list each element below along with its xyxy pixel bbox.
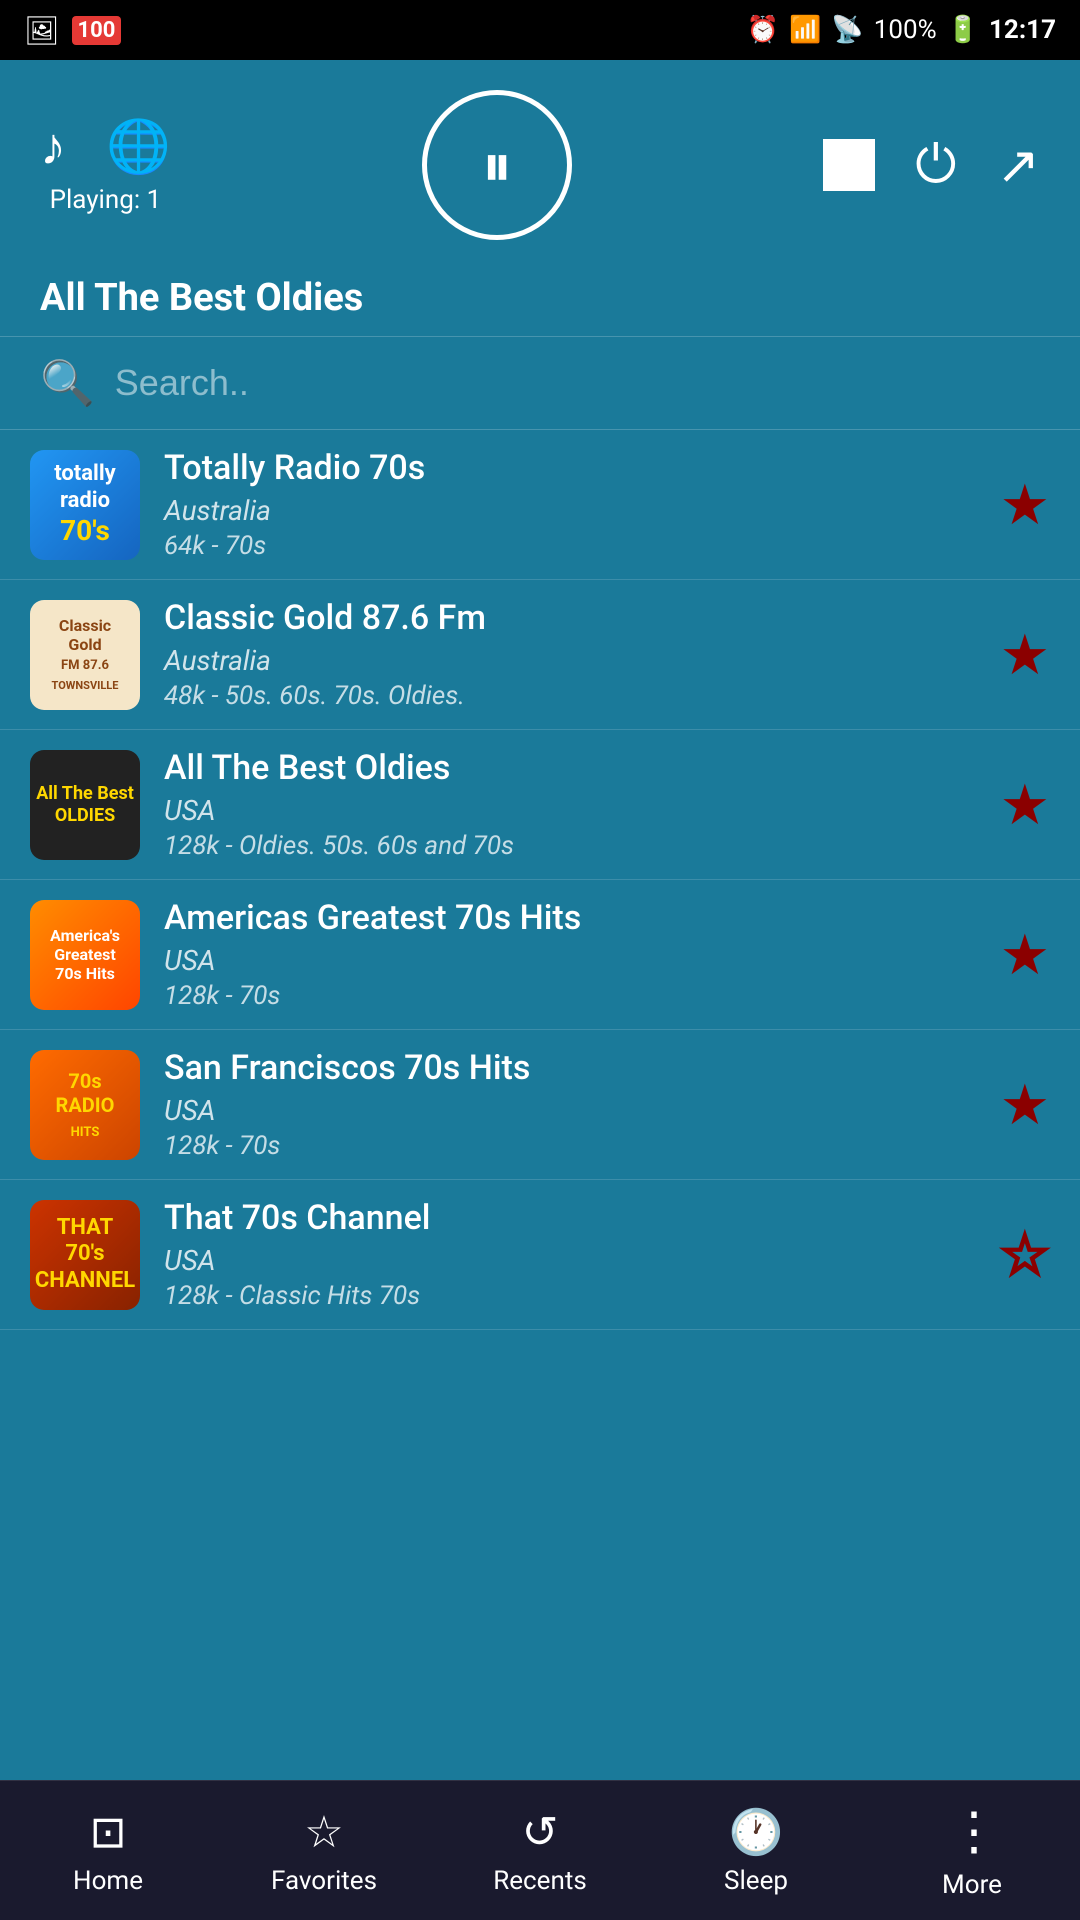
- favorite-button[interactable]: ★: [1000, 922, 1050, 988]
- station-logo-all-the-best-oldies: All The BestOLDIES: [30, 750, 140, 860]
- photo-icon: 🖼: [24, 14, 60, 47]
- favorites-icon: ☆: [304, 1806, 343, 1858]
- battery-icon: 🔋: [947, 15, 979, 45]
- search-bar: 🔍: [0, 337, 1080, 430]
- nav-label-sleep: Sleep: [724, 1866, 788, 1896]
- station-country: Australia: [164, 494, 976, 527]
- list-item[interactable]: America'sGreatest70s Hits Americas Great…: [0, 880, 1080, 1030]
- station-logo-classic-gold: ClassicGoldFM 87.6TOWNSVILLE: [30, 600, 140, 710]
- station-country: USA: [164, 944, 976, 977]
- station-name: Americas Greatest 70s Hits: [164, 898, 976, 938]
- status-right: ⏰ 📶 📡 100% 🔋 12:17: [747, 15, 1056, 45]
- music-icon[interactable]: ♪: [40, 116, 66, 177]
- player-left-controls: ♪ 🌐 Playing: 1: [40, 116, 171, 215]
- station-country: Australia: [164, 644, 976, 677]
- station-name: Totally Radio 70s: [164, 448, 976, 488]
- player-right-controls: ⏻ ↗: [823, 134, 1040, 196]
- station-info: Classic Gold 87.6 Fm Australia 48k - 50s…: [164, 598, 976, 711]
- radio-icon: 100: [72, 16, 122, 45]
- station-info: All The Best Oldies USA 128k - Oldies. 5…: [164, 748, 976, 861]
- station-country: USA: [164, 1094, 976, 1127]
- station-name: San Franciscos 70s Hits: [164, 1048, 976, 1088]
- station-name: That 70s Channel: [164, 1198, 976, 1238]
- home-icon: ⊡: [90, 1806, 127, 1858]
- nav-item-recents[interactable]: ↺ Recents: [432, 1806, 648, 1896]
- station-meta: 128k - 70s: [164, 1131, 976, 1161]
- list-item[interactable]: totallyradio70's Totally Radio 70s Austr…: [0, 430, 1080, 580]
- pause-icon: ⏸: [482, 130, 512, 201]
- playing-label: Playing: 1: [50, 185, 162, 215]
- station-name: Classic Gold 87.6 Fm: [164, 598, 976, 638]
- status-left: 🖼 100: [24, 14, 121, 47]
- station-list: totallyradio70's Totally Radio 70s Austr…: [0, 430, 1080, 1470]
- nav-label-more: More: [942, 1870, 1002, 1900]
- current-station-title: All The Best Oldies: [0, 260, 1080, 337]
- nav-item-sleep[interactable]: 🕐 Sleep: [648, 1806, 864, 1896]
- favorite-button[interactable]: ★: [1000, 772, 1050, 838]
- nav-item-more[interactable]: ⋮ More: [864, 1801, 1080, 1900]
- station-logo-totally-radio-70s: totallyradio70's: [30, 450, 140, 560]
- nav-item-home[interactable]: ⊡ Home: [0, 1806, 216, 1896]
- nav-label-home: Home: [73, 1866, 143, 1896]
- search-icon: 🔍: [40, 357, 95, 409]
- stop-button[interactable]: [823, 139, 875, 191]
- station-country: USA: [164, 1244, 976, 1277]
- station-meta: 64k - 70s: [164, 531, 976, 561]
- alarm-icon: ⏰: [747, 15, 779, 45]
- station-meta: 48k - 50s. 60s. 70s. Oldies.: [164, 681, 976, 711]
- list-item[interactable]: ClassicGoldFM 87.6TOWNSVILLE Classic Gol…: [0, 580, 1080, 730]
- station-info: San Franciscos 70s Hits USA 128k - 70s: [164, 1048, 976, 1161]
- wifi-icon: 📶: [789, 15, 821, 45]
- share-icon[interactable]: ↗: [996, 135, 1040, 196]
- favorite-button[interactable]: ☆: [1000, 1222, 1050, 1288]
- signal-icon: 📡: [831, 15, 863, 45]
- station-meta: 128k - Oldies. 50s. 60s and 70s: [164, 831, 976, 861]
- more-icon: ⋮: [948, 1801, 996, 1862]
- bottom-navigation: ⊡ Home ☆ Favorites ↺ Recents 🕐 Sleep ⋮ M…: [0, 1780, 1080, 1920]
- station-logo-sf-70s-hits: 70sRADIOHITS: [30, 1050, 140, 1160]
- nav-label-favorites: Favorites: [271, 1866, 377, 1896]
- search-input[interactable]: [115, 362, 1040, 404]
- nav-item-favorites[interactable]: ☆ Favorites: [216, 1806, 432, 1896]
- station-info: Totally Radio 70s Australia 64k - 70s: [164, 448, 976, 561]
- list-item[interactable]: THAT70'sCHANNEL That 70s Channel USA 128…: [0, 1180, 1080, 1330]
- globe-icon[interactable]: 🌐: [106, 116, 171, 177]
- time-display: 12:17: [989, 15, 1056, 45]
- list-item[interactable]: All The BestOLDIES All The Best Oldies U…: [0, 730, 1080, 880]
- recents-icon: ↺: [522, 1806, 559, 1858]
- pause-button[interactable]: ⏸: [422, 90, 572, 240]
- station-logo-americas-greatest: America'sGreatest70s Hits: [30, 900, 140, 1010]
- favorite-button[interactable]: ★: [1000, 472, 1050, 538]
- station-logo-that-70s-channel: THAT70'sCHANNEL: [30, 1200, 140, 1310]
- battery-level: 100%: [874, 15, 937, 45]
- station-name: All The Best Oldies: [164, 748, 976, 788]
- station-country: USA: [164, 794, 976, 827]
- station-meta: 128k - Classic Hits 70s: [164, 1281, 976, 1311]
- sleep-icon: 🕐: [729, 1806, 784, 1858]
- station-info: Americas Greatest 70s Hits USA 128k - 70…: [164, 898, 976, 1011]
- list-item[interactable]: 70sRADIOHITS San Franciscos 70s Hits USA…: [0, 1030, 1080, 1180]
- favorite-button[interactable]: ★: [1000, 622, 1050, 688]
- player-header: ♪ 🌐 Playing: 1 ⏸ ⏻ ↗: [0, 60, 1080, 260]
- favorite-button[interactable]: ★: [1000, 1072, 1050, 1138]
- power-icon[interactable]: ⏻: [915, 134, 956, 196]
- nav-label-recents: Recents: [493, 1866, 587, 1896]
- station-meta: 128k - 70s: [164, 981, 976, 1011]
- player-center: ⏸: [422, 90, 572, 240]
- status-bar: 🖼 100 ⏰ 📶 📡 100% 🔋 12:17: [0, 0, 1080, 60]
- station-info: That 70s Channel USA 128k - Classic Hits…: [164, 1198, 976, 1311]
